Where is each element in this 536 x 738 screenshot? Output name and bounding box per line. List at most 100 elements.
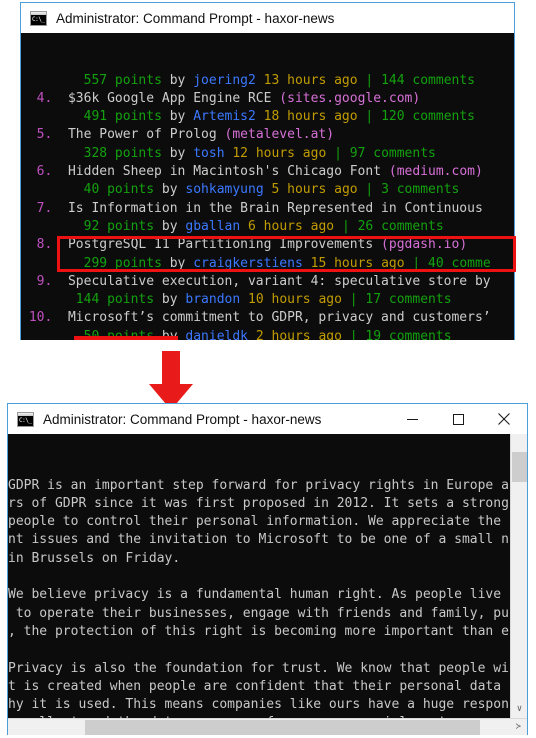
console-text: 5. <box>21 127 68 143</box>
console-line: 4. $36k Google App Engine RCE (sites.goo… <box>21 90 514 108</box>
console-text: 12 hours ago <box>224 145 335 161</box>
console-line: 557 points by joering2 13 hours ago | 14… <box>21 72 514 90</box>
scroll-down-arrow[interactable]: ∨ <box>511 701 527 718</box>
console-text: by <box>154 218 186 234</box>
console-text: (metalevel.at) <box>224 127 335 143</box>
console-text: | <box>334 145 342 161</box>
console-text: (sites.google.com) <box>279 90 421 106</box>
maximize-button[interactable] <box>435 404 481 434</box>
console-line: 40 points by sohkamyung 5 hours ago | 3 … <box>21 181 514 199</box>
console-line: people to control their personal informa… <box>8 514 502 530</box>
window-title-bottom: Administrator: Command Prompt - haxor-ne… <box>43 411 322 427</box>
console-text: The Power of Prolog <box>67 127 225 143</box>
console-text: (medium.com) <box>388 164 483 180</box>
console-text: sohkamyung <box>185 182 264 198</box>
typed-command-underline <box>74 336 178 340</box>
console-text: PostgreSQL 11 Partitioning Improvements <box>67 237 382 253</box>
console-line: to operate their businesses, engage with… <box>8 605 509 621</box>
scroll-right-arrow[interactable]: ≻ <box>510 719 527 735</box>
console-text: Is Information in the Brain Represented … <box>67 200 483 216</box>
console-text: joering2 <box>193 72 256 88</box>
console-text: 6. <box>21 164 68 180</box>
console-text: 40 comme <box>428 255 491 271</box>
console-text: 17 comments <box>365 292 452 308</box>
titlebar-top[interactable]: Administrator: Command Prompt - haxor-ne… <box>21 3 514 33</box>
console-output-top[interactable]: 557 points by joering2 13 hours ago | 14… <box>21 33 514 340</box>
console-text: (pgdash.io) <box>381 237 468 253</box>
console-text: 92 points <box>83 218 155 234</box>
console-text: 9. <box>21 273 68 289</box>
console-text: 144 comments <box>381 72 475 88</box>
command-prompt-window-top[interactable]: Administrator: Command Prompt - haxor-ne… <box>20 2 515 340</box>
console-line: rs of GDPR since it was first proposed i… <box>8 495 509 511</box>
console-line: 328 points by tosh 12 hours ago | 97 com… <box>21 145 514 163</box>
console-text: gballan <box>185 218 241 234</box>
vertical-scroll-thumb[interactable] <box>512 452 527 482</box>
console-text: 10. <box>21 310 68 326</box>
console-line: 10. Microsoft’s commitment to GDPR, priv… <box>21 309 514 327</box>
console-text: 26 comments <box>357 218 444 234</box>
console-text: 7. <box>21 200 68 216</box>
console-text: Hidden Sheep in Macintosh's Chicago Font <box>67 164 389 180</box>
console-text: 328 points <box>83 145 162 161</box>
console-text: by <box>154 182 186 198</box>
console-line: 6. Hidden Sheep in Macintosh's Chicago F… <box>21 163 514 181</box>
console-line: in Brussels on Friday. <box>8 550 181 566</box>
minimize-button[interactable] <box>389 404 435 434</box>
console-text: 18 hours ago <box>255 109 366 125</box>
console-text: Microsoft’s commitment to GDPR, privacy … <box>67 310 491 326</box>
console-text: 299 points <box>83 255 162 271</box>
console-line: 9. Speculative execution, variant 4: spe… <box>21 273 514 291</box>
console-text: 8. <box>21 237 68 253</box>
window-title-top: Administrator: Command Prompt - haxor-ne… <box>56 10 335 26</box>
screenshot-root: Administrator: Command Prompt - haxor-ne… <box>0 0 536 738</box>
close-button[interactable] <box>481 404 527 434</box>
vertical-scrollbar[interactable]: ∧ ∨ <box>510 434 527 718</box>
console-text: Artemis2 <box>193 109 256 125</box>
console-text: by <box>161 255 194 271</box>
console-text: 5 hours ago <box>263 182 366 198</box>
command-prompt-window-bottom[interactable]: Administrator: Command Prompt - haxor-ne… <box>7 403 528 735</box>
console-text: 491 points <box>83 109 162 125</box>
console-line: 92 points by gballan 6 hours ago | 26 co… <box>21 218 514 236</box>
console-line: 8. PostgreSQL 11 Partitioning Improvemen… <box>21 236 514 254</box>
console-text: 4. <box>21 90 68 106</box>
console-line: 144 points by brandon 10 hours ago | 17 … <box>21 291 514 309</box>
console-text: 97 comments <box>349 145 436 161</box>
console-text: by <box>161 109 194 125</box>
console-text: | <box>349 328 358 340</box>
console-text: tosh <box>193 145 225 161</box>
console-line: 491 points by Artemis2 18 hours ago | 12… <box>21 108 514 126</box>
console-text: Speculative execution, variant 4: specul… <box>67 273 491 289</box>
console-text: by <box>161 72 194 88</box>
console-line: 5. The Power of Prolog (metalevel.at) <box>21 126 514 144</box>
horizontal-scroll-thumb[interactable] <box>85 720 480 735</box>
horizontal-scrollbar[interactable]: ≻ <box>8 718 527 735</box>
console-line: nt issues and the invitation to Microsof… <box>8 532 509 548</box>
console-text: $36k Google App Engine RCE <box>67 90 280 106</box>
console-output-bottom[interactable]: GDPR is an important step forward for pr… <box>8 434 527 735</box>
cmd-icon <box>17 411 34 427</box>
console-text: by <box>161 145 194 161</box>
console-line: We believe privacy is a fundamental huma… <box>8 587 502 603</box>
console-text: 120 comments <box>381 109 475 125</box>
console-text: 19 comments <box>365 328 452 340</box>
cmd-icon <box>30 10 47 26</box>
console-text: 6 hours ago <box>240 218 342 234</box>
console-text: 13 hours ago <box>255 72 366 88</box>
titlebar-bottom[interactable]: Administrator: Command Prompt - haxor-ne… <box>8 404 527 434</box>
console-text: brandon <box>185 292 241 308</box>
